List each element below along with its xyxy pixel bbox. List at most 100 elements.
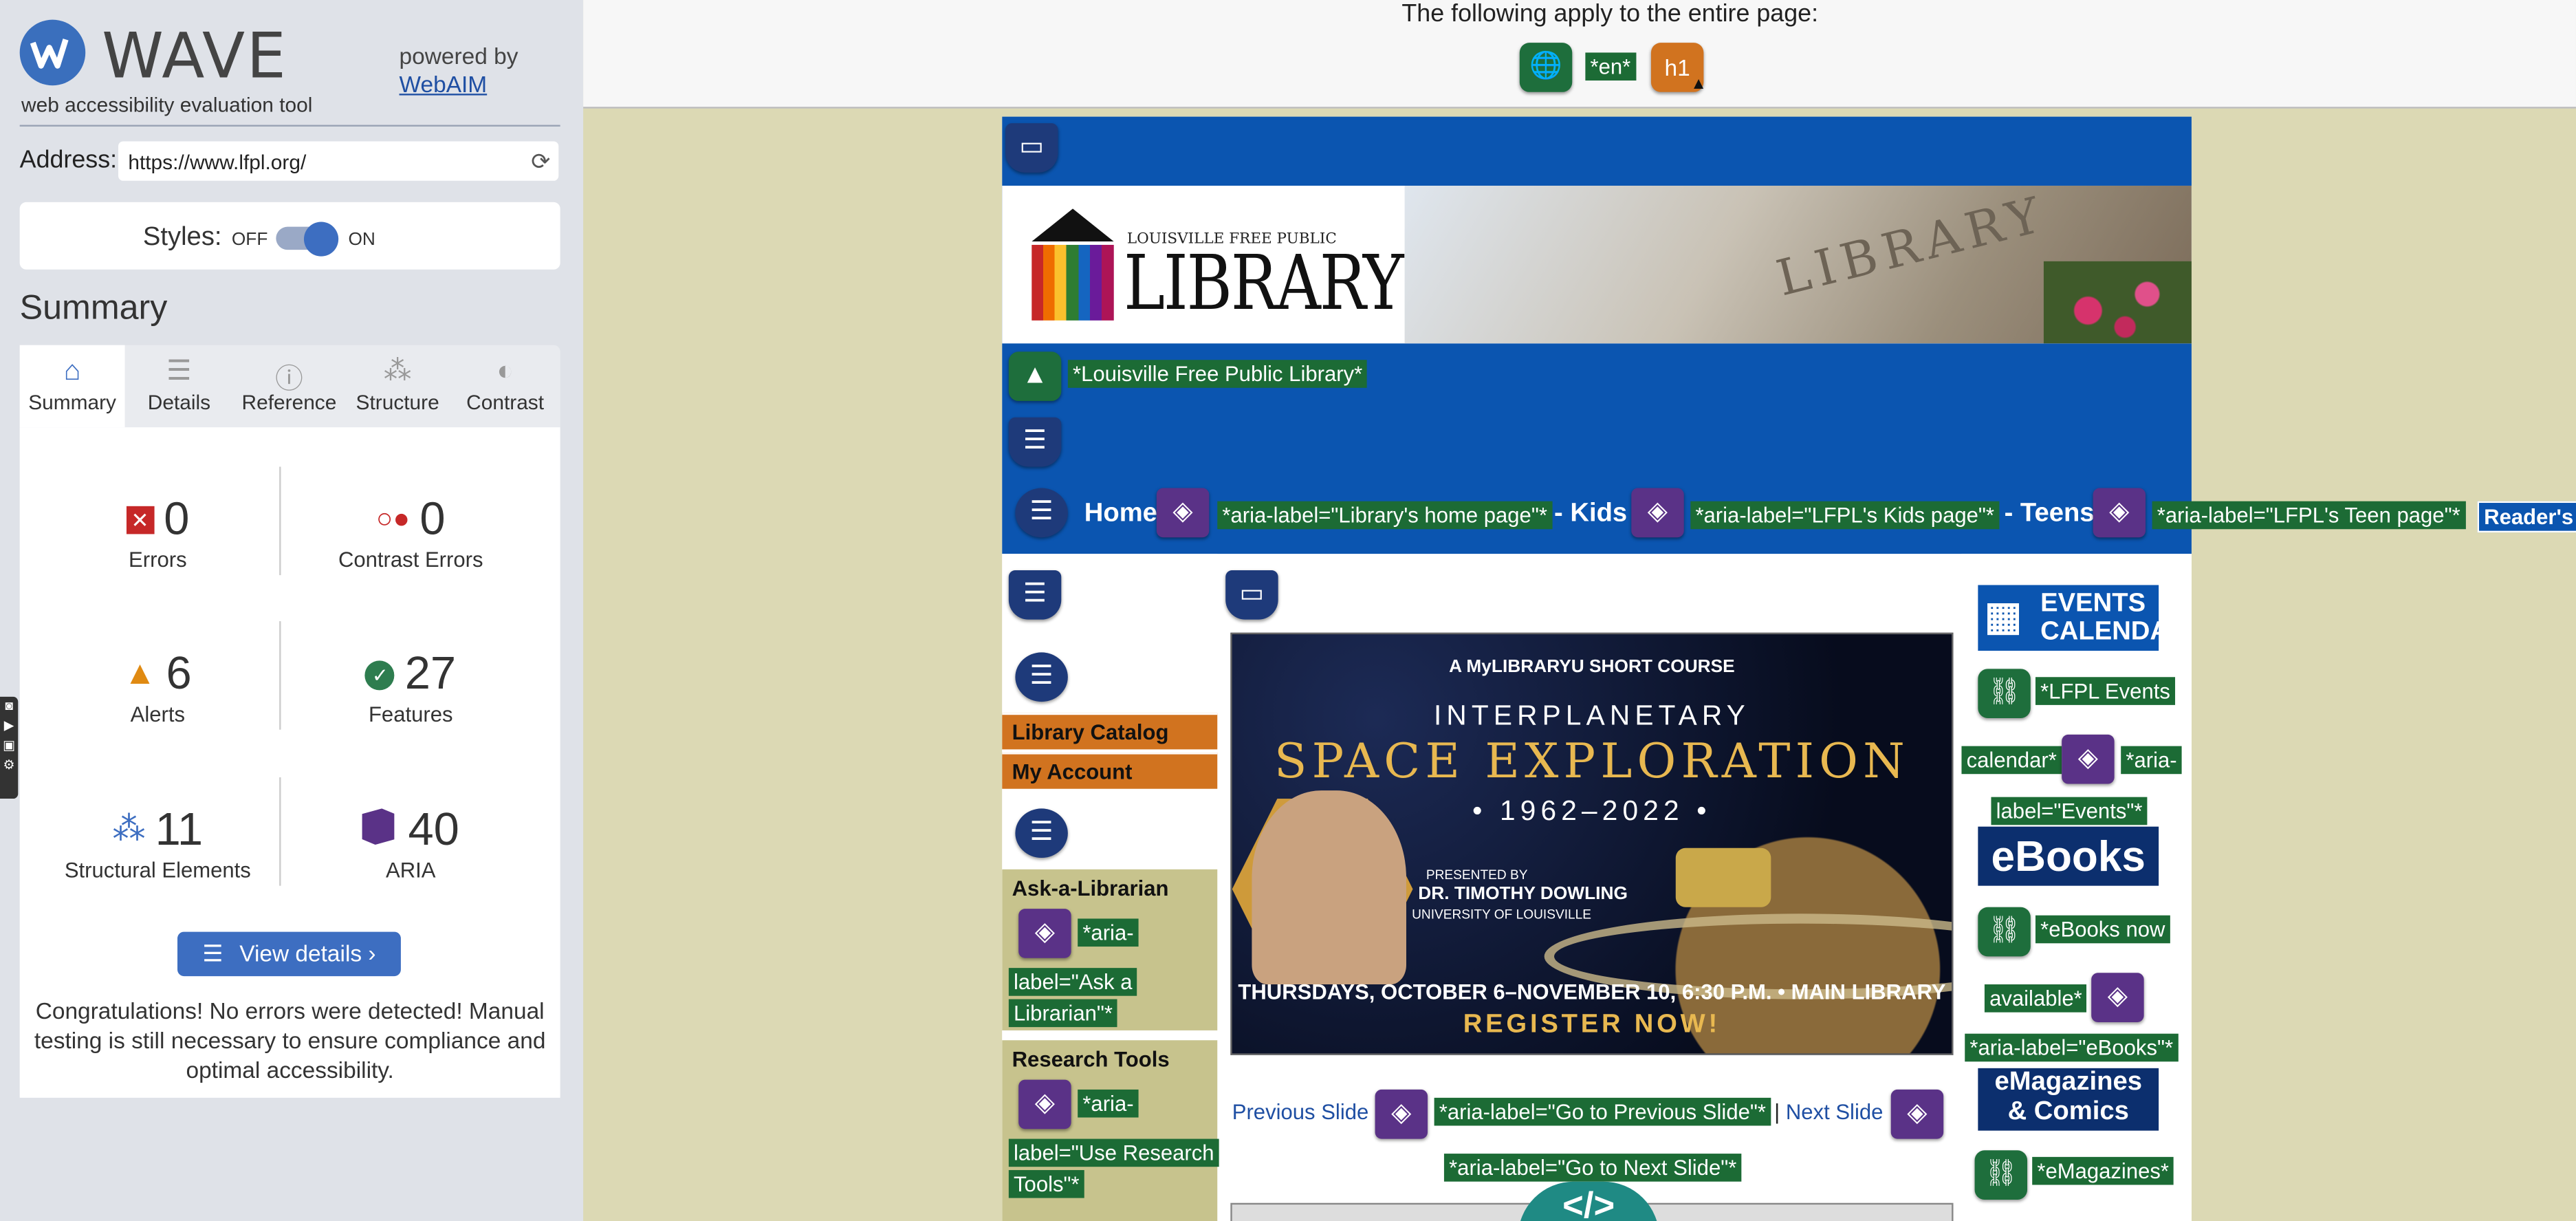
research-tools-link[interactable]: Research Tools (1012, 1047, 1170, 1072)
library-logo-pillars (1032, 244, 1114, 321)
ebooks-link[interactable]: eBooks (1978, 826, 2159, 886)
features-count: 27 (404, 647, 457, 699)
emag-link-label: *eMagazines* (2032, 1156, 2174, 1185)
ask-librarian-link[interactable]: Ask-a-Librarian (1012, 876, 1169, 900)
aria-label-tag-icon[interactable]: ◈ (2093, 488, 2146, 538)
nav-teens-link[interactable]: - Teens (2005, 499, 2095, 529)
tab-label: Summary (28, 391, 116, 415)
ebooks-link-label-2: available* (1984, 984, 2087, 1013)
linked-image-alt-icon[interactable]: ⛓ (1978, 907, 2031, 957)
research-aria-label-2: label="Use Research (1008, 1138, 1219, 1167)
aria-label-tag-icon[interactable]: ◈ (2091, 973, 2144, 1022)
tab-summary[interactable]: ⌂ Summary (19, 345, 125, 428)
events-calendar-link[interactable]: ▦ EVENTS CALENDAR (1978, 585, 2188, 651)
main-region-icon[interactable]: ▭ (1225, 570, 1278, 620)
aria-label-tag-icon[interactable]: ◈ (1156, 488, 1210, 538)
nav-readers-link[interactable]: Reader's (2477, 501, 2576, 533)
aria-label-tag-icon[interactable]: ◈ (1375, 1089, 1428, 1139)
alert-icon: ▲ (123, 656, 157, 692)
unordered-list-icon[interactable]: ☰ (1015, 488, 1068, 538)
teens-aria-label: *aria-label="LFPL's Teen page"* (2152, 501, 2465, 530)
apply-text: The following apply to the entire page: (1401, 0, 1819, 28)
navigation-region-icon[interactable]: ☰ (1008, 570, 1062, 620)
slide-course-line: A MyLIBRARYU SHORT COURSE (1449, 657, 1735, 678)
sidebar-divider (19, 125, 560, 127)
list-icon: ☰ (166, 355, 192, 387)
feature-check-icon: ✓ (365, 660, 395, 691)
styles-toggle-knob[interactable] (303, 221, 339, 257)
aria-cube-icon (362, 808, 395, 845)
library-logo-icon (1032, 208, 1114, 242)
unordered-list-icon[interactable]: ☰ (1015, 808, 1068, 858)
stat-errors: ✕ 0 Errors (26, 493, 289, 572)
my-account-link[interactable]: My Account (1002, 753, 1218, 789)
tab-reference[interactable]: ⓘ Reference (233, 345, 345, 427)
tab-contrast[interactable]: ◐ Contrast (450, 345, 560, 427)
emag-text-2: & Comics (2007, 1097, 2129, 1126)
webaim-link[interactable]: WebAIM (400, 71, 488, 97)
logo-title: LIBRARY (1124, 238, 1404, 327)
errors-count: 0 (164, 493, 190, 544)
slide-title-2: SPACE EXPLORATION (1274, 733, 1910, 789)
library-catalog-link[interactable]: Library Catalog (1002, 713, 1218, 750)
camera-icon[interactable]: ◙ (0, 697, 18, 717)
header-region-icon[interactable]: ▭ (1005, 123, 1058, 173)
emagazines-link[interactable]: eMagazines & Comics (1978, 1068, 2159, 1131)
alerts-label: Alerts (130, 702, 186, 726)
h1-icon-text: h1 (1664, 54, 1690, 81)
events-text-1: EVENTS (2040, 590, 2146, 618)
slide-presenter-label: PRESENTED BY (1426, 867, 1528, 883)
video-icon[interactable]: ▶ (0, 717, 18, 737)
styles-label: Styles: (142, 223, 222, 252)
aria-label-tag-icon[interactable]: ◈ (1018, 909, 1071, 958)
navigation-region-icon[interactable]: ☰ (1008, 417, 1062, 467)
view-details-label: View details › (239, 940, 376, 966)
home-aria-label: *aria-label="Library's home page"* (1217, 501, 1553, 530)
site-header: ▭ LIBRARY LOUISVILLE FREE PUBLIC LIBRARY… (1002, 116, 2465, 554)
info-icon: ⓘ (275, 363, 303, 395)
alt-text-image-icon[interactable]: ▲ (1008, 352, 1062, 401)
warning-badge-icon: ▲ (1690, 75, 1707, 94)
events-aria-label-1: *aria- (2121, 746, 2182, 775)
aria-label-tag-icon[interactable]: ◈ (1890, 1089, 1944, 1139)
linked-image-alt-icon[interactable]: ⛓ (1978, 669, 2031, 718)
language-globe-icon[interactable]: 🌐 (1519, 43, 1573, 92)
ask-aria-label-3: Librarian"* (1008, 999, 1118, 1028)
nav-home-link[interactable]: Home (1084, 499, 1157, 529)
summary-panel: ✕ 0 Errors ○● 0 Contrast Errors ▲ 6 Alerts … (19, 427, 560, 1098)
tab-structure[interactable]: ⁂ Structure (345, 345, 450, 427)
image-icon[interactable]: ▣ (0, 736, 18, 756)
evaluated-page: ▭ LIBRARY LOUISVILLE FREE PUBLIC LIBRARY… (1002, 116, 2465, 1221)
logo-alt-label: *Louisville Free Public Library* (1067, 360, 1368, 388)
carousel-slide-image[interactable]: A MyLIBRARYU SHORT COURSE INTERPLANETARY… (1230, 632, 1954, 1055)
section-title: Summary (19, 289, 168, 327)
unordered-list-icon[interactable]: ☰ (1015, 652, 1068, 702)
aria-label-tag-icon[interactable]: ◈ (1018, 1079, 1071, 1130)
refresh-icon[interactable]: ⟳ (531, 148, 550, 176)
nav-kids-link[interactable]: - Kids (1554, 499, 1627, 529)
tab-details[interactable]: ☰ Details (125, 345, 234, 427)
left-sidebar: ☰ ☰ Library Catalog My Account ☰ Ask-a-L… (1002, 554, 1219, 1221)
next-slide-link[interactable]: Next Slide (1786, 1099, 1884, 1124)
previous-slide-link[interactable]: Previous Slide (1232, 1099, 1369, 1124)
research-aria-label-3: Tools"* (1008, 1169, 1084, 1198)
aria-label: ARIA (386, 858, 436, 883)
emag-text-1: eMagazines (1994, 1068, 2143, 1096)
next-aria-label: *aria-label="Go to Next Slide"* (1443, 1154, 1742, 1182)
sitemap-icon: ⁂ (383, 355, 412, 387)
aria-label-tag-icon[interactable]: ◈ (2062, 734, 2115, 784)
calendar-icon: ▦ (1984, 594, 2022, 640)
view-details-button[interactable]: ☰ View details › (177, 931, 401, 977)
address-input[interactable] (124, 146, 518, 178)
side-toolbar[interactable]: ◙ ▶ ▣ ⚙ (0, 696, 19, 799)
stat-contrast-errors: ○● 0 Contrast Errors (279, 493, 542, 572)
aria-label-tag-icon[interactable]: ◈ (1631, 488, 1684, 538)
linked-image-alt-icon[interactable]: ⛓ (1974, 1150, 2028, 1200)
aria-count: 40 (408, 803, 459, 855)
cog-icon[interactable]: ⚙ (0, 756, 18, 776)
language-label: *en* (1585, 52, 1636, 81)
powered-by-label: powered by (399, 43, 519, 69)
contrast-errors-label: Contrast Errors (338, 547, 483, 572)
panel-tabs: ⌂ Summary ☰ Details ⓘ Reference ⁂ Struct… (19, 345, 560, 428)
kids-aria-label: *aria-label="LFPL's Kids page"* (1690, 501, 2000, 530)
